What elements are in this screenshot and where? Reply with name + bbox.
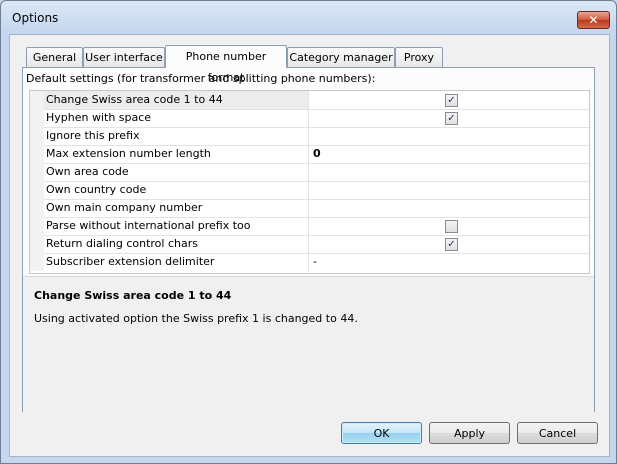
description-pane: Change Swiss area code 1 to 44 Using act… <box>23 276 594 412</box>
property-name: Parse without international prefix too <box>44 217 309 235</box>
property-name: Max extension number length <box>44 145 309 163</box>
property-row[interactable]: Subscriber extension delimiter - <box>30 253 589 271</box>
property-value[interactable]: - <box>310 253 589 271</box>
tab-proxy[interactable]: Proxy <box>395 47 443 67</box>
property-name: Ignore this prefix <box>44 127 309 145</box>
property-value[interactable] <box>310 199 589 217</box>
row-margin <box>30 199 44 217</box>
property-value[interactable]: ✓ <box>310 235 589 253</box>
property-row[interactable]: Hyphen with space ✓ <box>30 109 589 128</box>
apply-button[interactable]: Apply <box>429 422 510 444</box>
property-name: Hyphen with space <box>44 109 309 127</box>
row-margin <box>30 235 44 253</box>
property-name: Own main company number <box>44 199 309 217</box>
section-label: Default settings (for transformer and sp… <box>26 72 376 85</box>
property-value[interactable]: ✓ <box>310 91 589 109</box>
property-row[interactable]: Own area code <box>30 163 589 182</box>
dialog-client-area: General User interface Phone number form… <box>9 34 610 457</box>
property-name: Own country code <box>44 181 309 199</box>
property-name: Own area code <box>44 163 309 181</box>
row-margin <box>30 217 44 235</box>
property-row[interactable]: Own main company number <box>30 199 589 218</box>
tab-user-interface[interactable]: User interface <box>83 47 165 67</box>
row-margin <box>30 145 44 163</box>
row-margin <box>30 253 44 271</box>
property-name: Return dialing control chars <box>44 235 309 253</box>
checkbox-checked[interactable]: ✓ <box>445 94 458 107</box>
description-title: Change Swiss area code 1 to 44 <box>34 289 232 302</box>
row-margin <box>30 109 44 127</box>
close-button[interactable]: ✕ <box>577 11 610 29</box>
property-grid: Change Swiss area code 1 to 44 ✓ Hyphen … <box>29 90 590 274</box>
property-row[interactable]: Return dialing control chars ✓ <box>30 235 589 254</box>
checkbox-unchecked[interactable] <box>445 220 458 233</box>
tab-phone-number-format[interactable]: Phone number format <box>165 45 287 84</box>
property-value[interactable] <box>310 217 589 235</box>
cancel-button[interactable]: Cancel <box>517 422 598 444</box>
property-row[interactable]: Parse without international prefix too <box>30 217 589 236</box>
property-row[interactable]: Ignore this prefix <box>30 127 589 146</box>
property-name: Subscriber extension delimiter <box>44 253 309 271</box>
row-margin <box>30 91 44 109</box>
property-value[interactable]: ✓ <box>310 109 589 127</box>
tab-category-manager[interactable]: Category manager <box>287 47 395 67</box>
property-name: Change Swiss area code 1 to 44 <box>44 91 309 109</box>
checkbox-checked[interactable]: ✓ <box>445 112 458 125</box>
property-value[interactable] <box>310 127 589 145</box>
row-margin <box>30 163 44 181</box>
property-value[interactable] <box>310 181 589 199</box>
tab-panel-phone-number-format: Default settings (for transformer and sp… <box>22 67 595 412</box>
tab-general[interactable]: General <box>26 47 83 67</box>
property-row[interactable]: Max extension number length 0 <box>30 145 589 164</box>
ok-button[interactable]: OK <box>341 422 422 444</box>
title-bar[interactable]: Options ✕ <box>1 1 616 35</box>
options-dialog: Options ✕ General User interface Phone n… <box>0 0 617 464</box>
row-margin <box>30 127 44 145</box>
row-margin <box>30 181 44 199</box>
property-row[interactable]: Own country code <box>30 181 589 200</box>
property-value[interactable] <box>310 163 589 181</box>
description-text: Using activated option the Swiss prefix … <box>34 312 358 325</box>
property-row[interactable]: Change Swiss area code 1 to 44 ✓ <box>30 91 589 110</box>
checkbox-checked[interactable]: ✓ <box>445 238 458 251</box>
property-value[interactable]: 0 <box>310 145 589 163</box>
window-title: Options <box>12 11 59 25</box>
